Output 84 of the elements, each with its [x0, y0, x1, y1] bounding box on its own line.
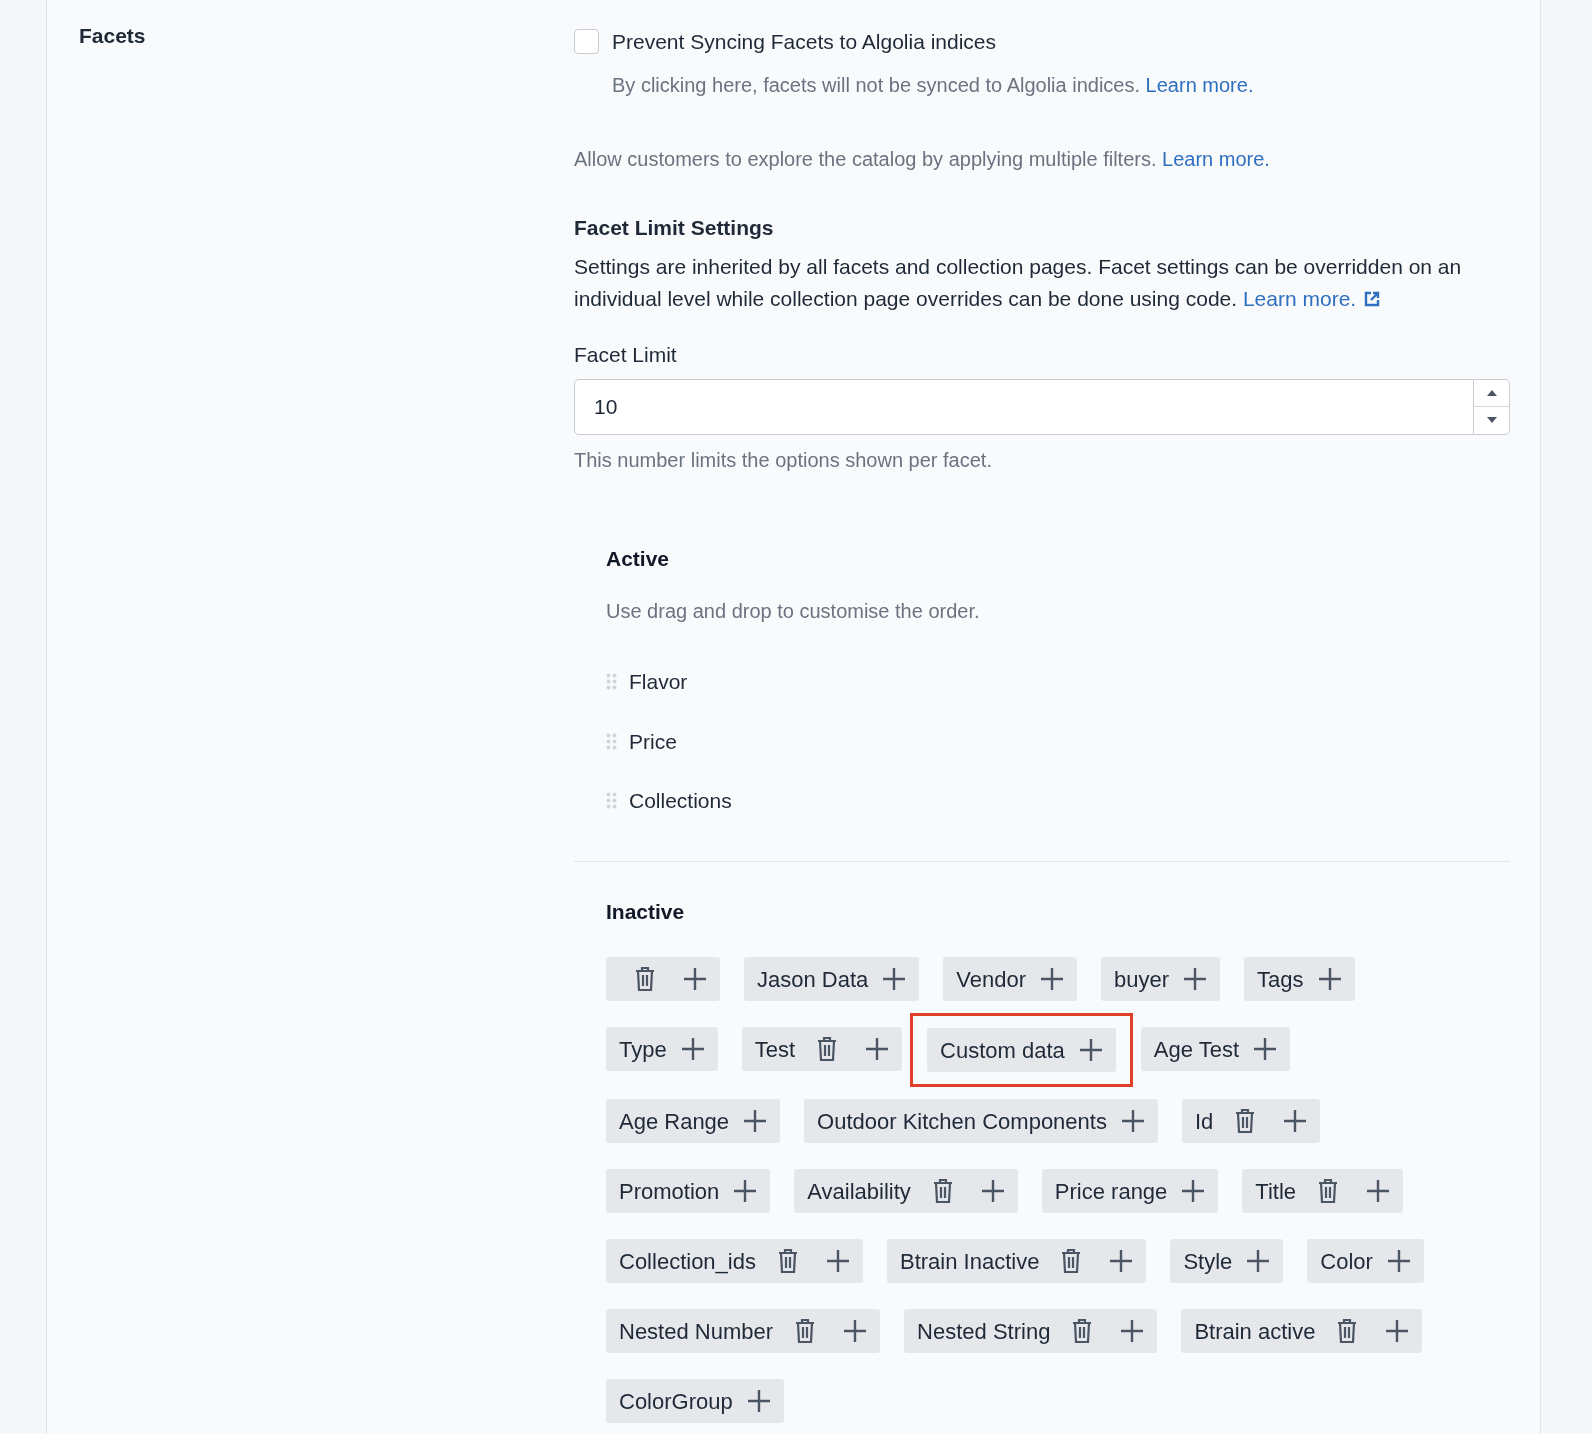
- trash-icon: [777, 1248, 798, 1274]
- learn-more-link[interactable]: Learn more.: [1145, 73, 1254, 96]
- plus-icon: [1109, 1249, 1134, 1273]
- facet-chip[interactable]: Btrain active: [1181, 1309, 1423, 1353]
- stepper[interactable]: [1474, 378, 1510, 435]
- inactive-title: Inactive: [606, 898, 685, 925]
- plus-icon: [746, 1389, 771, 1413]
- plus-icon: [1283, 1109, 1308, 1133]
- plus-icon: [825, 1249, 850, 1273]
- facet-chip[interactable]: Type: [606, 1027, 718, 1071]
- description-text: Settings are inherited by all facets and collection pages. Facet settings can be overridden on an individual level while collection page overrides can be done using code. Learn more.: [574, 251, 1510, 315]
- learn-more-link[interactable]: Learn more.: [1242, 283, 1381, 315]
- help-text: This number limits the options shown per facet.: [574, 447, 992, 473]
- facet-chip[interactable]: Collection_ids: [606, 1239, 863, 1283]
- plus-icon: [980, 1179, 1005, 1203]
- external-link-icon: [1364, 291, 1381, 307]
- facet-chip[interactable]: Title: [1242, 1169, 1404, 1213]
- facet-chip[interactable]: Vendor: [943, 957, 1078, 1001]
- plus-icon: [680, 1037, 705, 1061]
- plus-icon: [743, 1109, 768, 1133]
- learn-more-link[interactable]: Learn more.: [1162, 147, 1270, 170]
- drag-handle-icon: [606, 792, 617, 810]
- facet-chip[interactable]: Nested Number: [606, 1309, 881, 1353]
- trash-icon: [1337, 1318, 1358, 1344]
- help-text: By clicking here, facets will not be synced to Algolia indices. Learn more.: [612, 72, 1255, 98]
- draggable-facet-item[interactable]: Flavor: [606, 666, 688, 698]
- hint-text: Use drag and drop to customise the order.: [606, 599, 981, 624]
- facet-chip[interactable]: Availability: [794, 1169, 1018, 1213]
- trash-icon: [932, 1178, 953, 1204]
- checkbox[interactable]: [574, 29, 599, 55]
- plus-icon: [1120, 1319, 1145, 1343]
- draggable-facet-item[interactable]: Price: [606, 725, 677, 757]
- facet-chip[interactable]: [606, 957, 720, 1001]
- facet-chip[interactable]: Nested String: [904, 1309, 1158, 1353]
- trash-icon: [817, 1036, 838, 1062]
- facet-chip[interactable]: Btrain Inactive: [886, 1239, 1147, 1283]
- facet-chip[interactable]: Style: [1170, 1239, 1284, 1283]
- trash-icon: [1318, 1178, 1339, 1204]
- trash-icon: [1235, 1108, 1256, 1134]
- drag-handle-icon: [606, 732, 617, 750]
- plus-icon: [882, 967, 907, 991]
- caret-down-icon: [1486, 417, 1497, 424]
- plus-icon: [1385, 1319, 1410, 1343]
- plus-icon: [1253, 1037, 1277, 1061]
- facet-chip[interactable]: Jason Data: [744, 957, 920, 1001]
- facet-chip[interactable]: Outdoor Kitchen Components: [804, 1099, 1158, 1143]
- facet-chip[interactable]: Age Test: [1140, 1027, 1290, 1071]
- plus-icon: [1120, 1109, 1145, 1133]
- field-label: Facet Limit: [574, 342, 677, 368]
- plus-icon: [1183, 967, 1208, 991]
- subsection-title: Facet Limit Settings: [574, 214, 774, 241]
- facet-chip[interactable]: Test: [741, 1027, 903, 1071]
- section-title: Facets: [79, 23, 146, 49]
- facet-chip[interactable]: ColorGroup: [606, 1379, 784, 1423]
- facet-chip[interactable]: Price range: [1041, 1169, 1219, 1213]
- plus-icon: [733, 1179, 758, 1203]
- intro-text: Allow customers to explore the catalog by applying multiple filters. Learn more.: [574, 146, 1271, 172]
- trash-icon: [1072, 1318, 1093, 1344]
- facet-chip[interactable]: buyer: [1101, 957, 1221, 1001]
- plus-icon: [1078, 1038, 1103, 1062]
- plus-icon: [1366, 1179, 1391, 1203]
- trash-icon: [635, 966, 655, 992]
- drag-handle-icon: [606, 673, 617, 691]
- trash-icon: [1061, 1248, 1082, 1274]
- plus-icon: [1317, 967, 1342, 991]
- plus-icon: [683, 967, 707, 991]
- facet-chip[interactable]: Tags: [1244, 957, 1355, 1001]
- number-field[interactable]: 10: [574, 378, 1474, 435]
- active-title: Active: [606, 545, 670, 572]
- draggable-facet-item[interactable]: Collections: [606, 785, 732, 817]
- plus-icon: [865, 1037, 890, 1061]
- trash-icon: [795, 1318, 816, 1344]
- plus-icon: [1181, 1179, 1206, 1203]
- facet-chip[interactable]: Id: [1181, 1099, 1321, 1143]
- plus-icon: [1246, 1249, 1271, 1273]
- plus-icon: [1386, 1249, 1411, 1273]
- facet-chip[interactable]: Color: [1307, 1239, 1424, 1283]
- facet-chip[interactable]: Age Range: [606, 1099, 781, 1143]
- caret-up-icon: [1486, 389, 1497, 396]
- plus-icon: [1040, 967, 1065, 991]
- facet-chip[interactable]: Custom data: [927, 1028, 1116, 1072]
- facet-chip[interactable]: Promotion: [606, 1169, 771, 1213]
- plus-icon: [843, 1319, 868, 1343]
- checkbox-label: Prevent Syncing Facets to Algolia indices: [612, 29, 997, 55]
